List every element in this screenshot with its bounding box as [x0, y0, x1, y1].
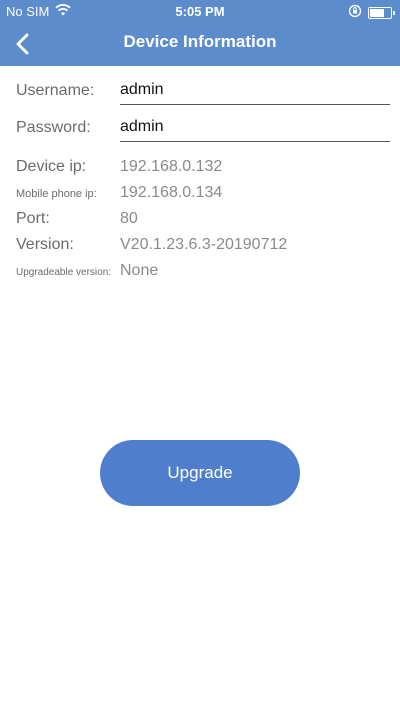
- upgrade-button[interactable]: Upgrade: [100, 440, 300, 506]
- status-time: 5:05 PM: [175, 4, 225, 19]
- username-field-wrapper: [120, 78, 390, 105]
- header: No SIM 5:05 PM Device Information: [0, 0, 400, 66]
- username-input[interactable]: [120, 78, 390, 102]
- mobile-ip-label: Mobile phone ip:: [16, 188, 97, 200]
- device-ip-label: Device ip:: [16, 158, 87, 175]
- battery-fill: [370, 8, 384, 17]
- navbar: Device Information: [0, 22, 400, 66]
- password-input[interactable]: [120, 115, 390, 139]
- status-bar: No SIM 5:05 PM: [0, 0, 400, 22]
- version-label: Version:: [16, 236, 74, 253]
- username-label: Username:: [16, 82, 95, 99]
- port-label: Port:: [16, 210, 50, 227]
- page-title: Device Information: [123, 32, 277, 51]
- password-field-wrapper: [120, 115, 390, 142]
- battery-icon: [368, 6, 395, 19]
- version-row: Version: V20.1.23.6.3-20190712: [16, 236, 287, 254]
- mobile-ip-value: 192.168.0.134: [120, 184, 223, 201]
- status-right-group: [348, 4, 395, 21]
- port-row: Port: 80: [16, 210, 138, 228]
- device-ip-row: Device ip: 192.168.0.132: [16, 158, 222, 176]
- orientation-lock-icon: [348, 4, 362, 21]
- mobile-ip-row: Mobile phone ip: 192.168.0.134: [16, 184, 222, 202]
- port-value: 80: [120, 210, 138, 227]
- version-value: V20.1.23.6.3-20190712: [120, 236, 288, 253]
- upgradeable-version-label: Upgradeable version:: [16, 267, 112, 278]
- upgradeable-version-value: None: [120, 262, 159, 279]
- device-ip-value: 192.168.0.132: [120, 158, 223, 175]
- upgradeable-version-row: Upgradeable version: None: [16, 262, 158, 280]
- password-label: Password:: [16, 119, 91, 136]
